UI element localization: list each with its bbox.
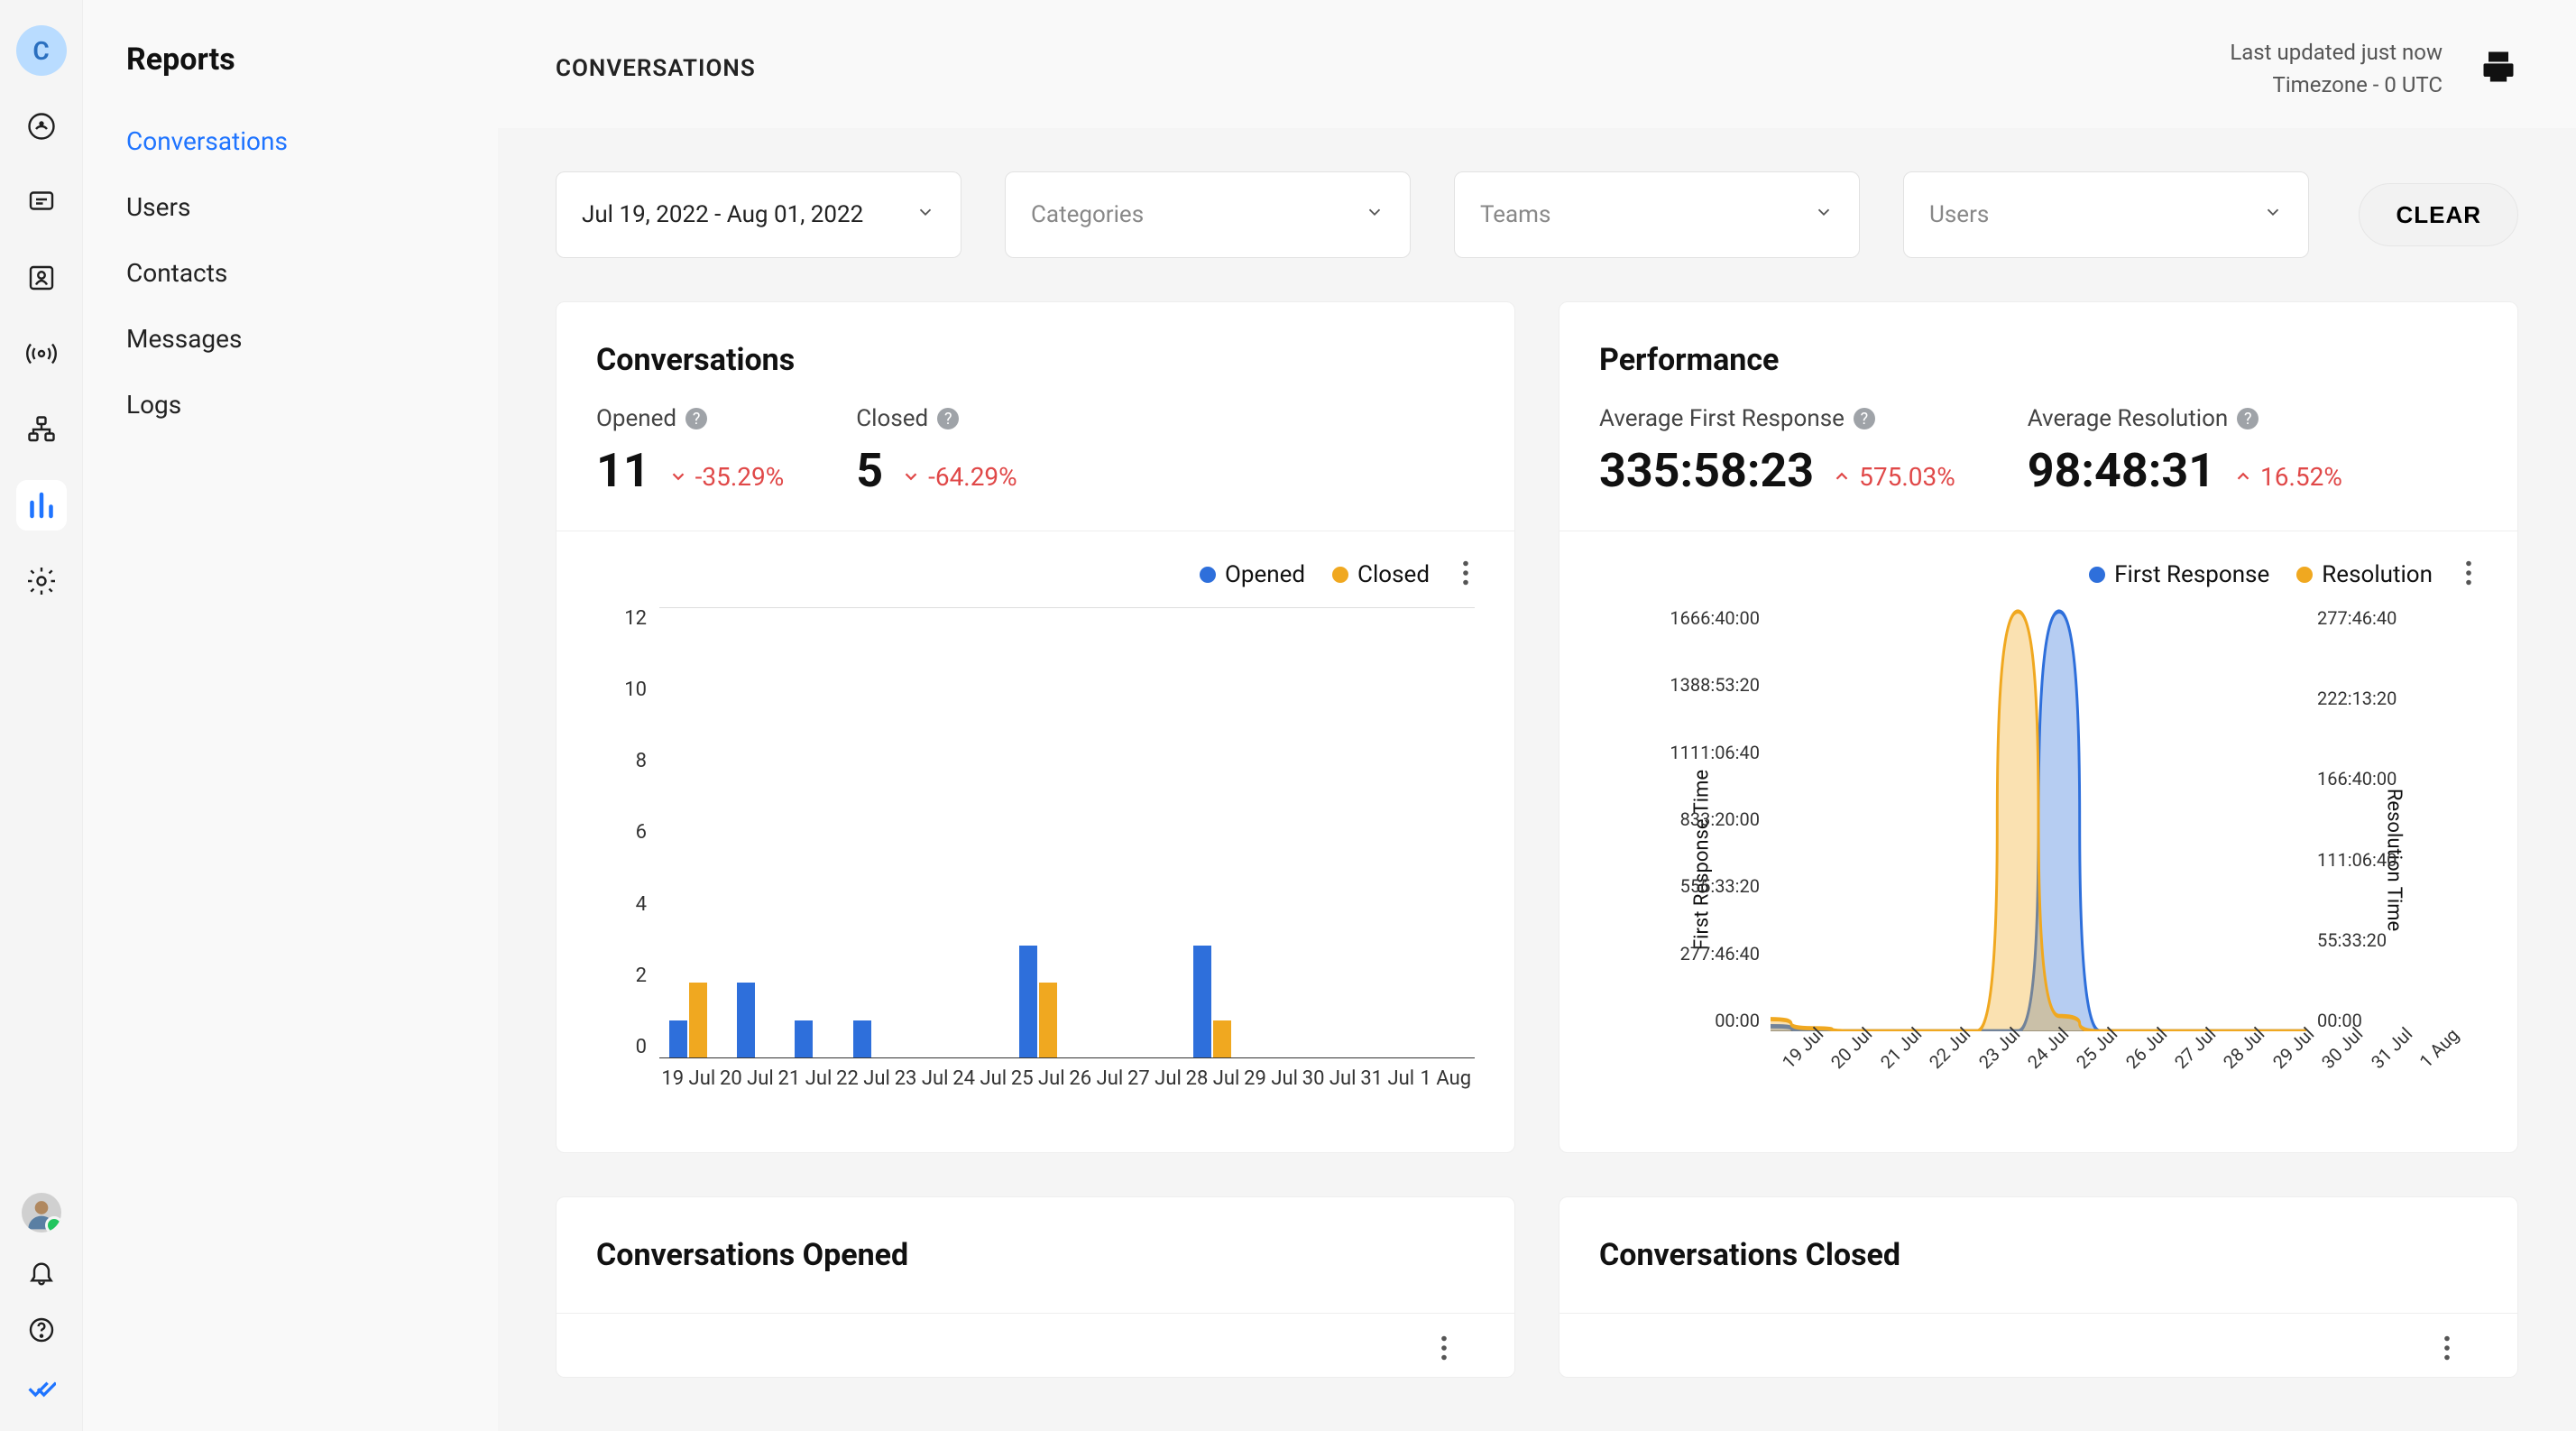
closed-trend: -64.29% [901, 462, 1017, 492]
print-button[interactable] [2479, 47, 2518, 90]
opened-metric-value: 11 [596, 443, 650, 498]
notifications-icon[interactable] [23, 1254, 60, 1290]
contacts-icon[interactable] [16, 253, 67, 303]
conversations-opened-card: Conversations Opened [556, 1196, 1515, 1378]
chart-menu-button[interactable] [2438, 1332, 2456, 1368]
conversations-chart: Opened Closed 121086420 19 Jul20 Jul21 J… [557, 531, 1514, 1152]
help-icon[interactable]: ? [937, 408, 959, 429]
side-nav-item-messages[interactable]: Messages [83, 306, 498, 372]
users-select[interactable]: Users [1903, 171, 2309, 258]
afr-trend-value: 575.03% [1859, 462, 1955, 492]
ar-trend: 16.52% [2233, 462, 2342, 492]
broadcast-icon[interactable] [16, 328, 67, 379]
chevron-down-icon [1365, 201, 1385, 228]
date-range-value: Jul 19, 2022 - Aug 01, 2022 [582, 201, 863, 228]
side-nav-item-logs[interactable]: Logs [83, 372, 498, 438]
afr-metric-label: Average First Response [1599, 405, 1845, 432]
chart-menu-button[interactable] [1457, 557, 1475, 593]
teams-select[interactable]: Teams [1454, 171, 1860, 258]
performance-card-title: Performance [1599, 342, 2478, 378]
side-nav-item-contacts[interactable]: Contacts [83, 240, 498, 306]
performance-card: Performance Average First Response ? 335… [1559, 301, 2518, 1153]
dashboard-icon[interactable] [16, 101, 67, 152]
opened-trend-value: -35.29% [695, 462, 785, 492]
user-avatar[interactable] [22, 1193, 61, 1233]
chevron-down-icon [915, 201, 935, 228]
clear-button[interactable]: CLEAR [2359, 183, 2518, 246]
side-nav: Reports Conversations Users Contacts Mes… [83, 0, 498, 1431]
afr-metric-value: 335:58:23 [1599, 443, 1814, 498]
reports-icon[interactable] [16, 480, 67, 531]
side-nav-item-users[interactable]: Users [83, 174, 498, 240]
topbar-meta: Last updated just now Timezone - 0 UTC [2230, 36, 2443, 101]
afr-trend: 575.03% [1832, 462, 1955, 492]
legend-first-response: First Response [2089, 561, 2269, 588]
closed-metric-label: Closed [856, 405, 928, 432]
help-icon[interactable]: ? [685, 408, 707, 429]
chevron-down-icon [2263, 201, 2283, 228]
side-nav-item-conversations[interactable]: Conversations [83, 108, 498, 174]
side-nav-list: Conversations Users Contacts Messages Lo… [83, 108, 498, 438]
timezone-text: Timezone - 0 UTC [2230, 69, 2443, 101]
ar-metric-value: 98:48:31 [2028, 443, 2215, 498]
chart-menu-button[interactable] [1435, 1332, 1453, 1368]
legend-opened: Opened [1200, 561, 1305, 588]
help-icon[interactable] [23, 1312, 60, 1348]
conversations-card-title: Conversations [596, 342, 1475, 378]
last-updated-text: Last updated just now [2230, 36, 2443, 69]
page-title: CONVERSATIONS [556, 55, 756, 82]
opened-trend: -35.29% [668, 462, 785, 492]
organization-icon[interactable] [16, 404, 67, 455]
categories-select[interactable]: Categories [1005, 171, 1411, 258]
date-range-select[interactable]: Jul 19, 2022 - Aug 01, 2022 [556, 171, 961, 258]
teams-placeholder: Teams [1480, 201, 1550, 228]
ar-trend-value: 16.52% [2260, 462, 2342, 492]
closed-trend-value: -64.29% [928, 462, 1017, 492]
topbar: CONVERSATIONS Last updated just now Time… [498, 0, 2576, 128]
workspace-avatar-letter: C [32, 36, 49, 66]
help-icon[interactable]: ? [2237, 408, 2259, 429]
double-check-icon[interactable] [23, 1370, 60, 1406]
settings-icon[interactable] [16, 556, 67, 606]
conversations-closed-card: Conversations Closed [1559, 1196, 2518, 1378]
categories-placeholder: Categories [1031, 201, 1144, 228]
chevron-down-icon [1814, 201, 1834, 228]
opened-metric-label: Opened [596, 405, 676, 432]
legend-closed: Closed [1332, 561, 1430, 588]
closed-metric-value: 5 [856, 443, 883, 498]
workspace-avatar[interactable]: C [16, 25, 67, 76]
ar-metric-label: Average Resolution [2028, 405, 2229, 432]
users-placeholder: Users [1929, 201, 1989, 228]
conversations-icon[interactable] [16, 177, 67, 227]
icon-rail: C [0, 0, 83, 1431]
conversations-closed-title: Conversations Closed [1599, 1237, 1900, 1273]
help-icon[interactable]: ? [1854, 408, 1875, 429]
legend-resolution: Resolution [2296, 561, 2433, 588]
chart-menu-button[interactable] [2460, 557, 2478, 593]
performance-chart: First Response Resolution First Response… [1559, 531, 2517, 1152]
conversations-card: Conversations Opened ? 11 -35 [556, 301, 1515, 1153]
main: CONVERSATIONS Last updated just now Time… [498, 0, 2576, 1431]
conversations-opened-title: Conversations Opened [596, 1237, 908, 1273]
side-nav-title: Reports [83, 42, 498, 108]
filter-row: Jul 19, 2022 - Aug 01, 2022 Categories T… [498, 128, 2576, 301]
